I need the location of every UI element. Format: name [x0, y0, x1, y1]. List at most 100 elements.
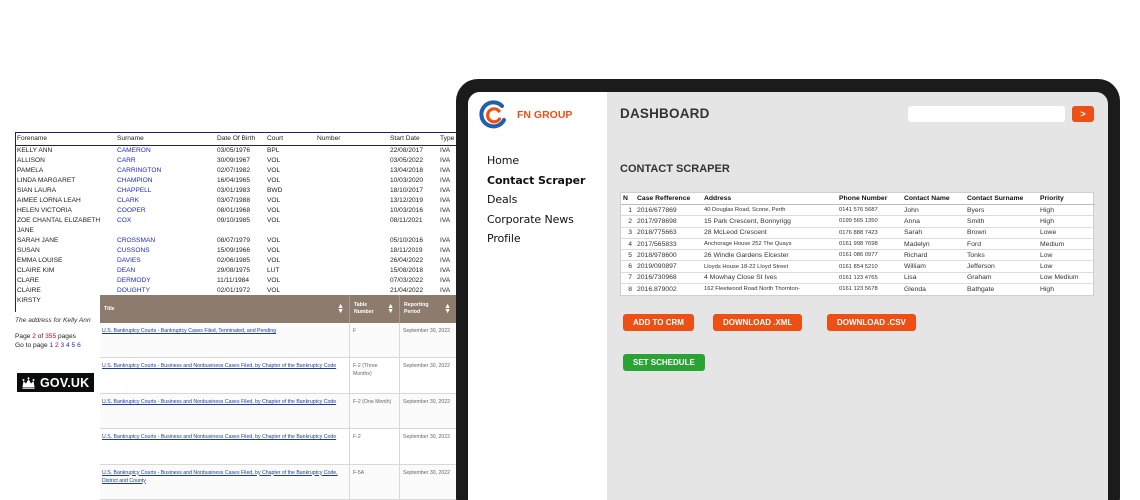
register-cell: COOPER [115, 206, 215, 216]
contacts-cell: 0161 998 7698 [837, 238, 902, 251]
bk-title-link[interactable]: U.S. Bankruptcy Courts - Bankruptcy Case… [100, 323, 349, 357]
register-header-cell: Surname [115, 132, 215, 146]
table-row[interactable]: 4 2017/565833 Anchorage House 252 The Quay… [621, 238, 1095, 251]
register-cell: 08/01/1968 [217, 207, 251, 214]
section-title: CONTACT SCRAPER [620, 163, 730, 175]
table-row[interactable]: 7 2016/730968 4 Mowhay Close St Ives 0161 1… [621, 272, 1095, 285]
add-to-crm-button[interactable]: ADD TO CRM [623, 314, 694, 331]
govuk-wordmark: GOV.UK [40, 375, 90, 390]
register-cell: 02/07/1982 [217, 167, 251, 174]
sidebar-item-profile[interactable]: Profile [487, 229, 585, 249]
register-cell: 11/11/1984 [217, 277, 250, 284]
surname-link[interactable]: CROSSMAN [117, 237, 155, 244]
register-cell: CLARE [17, 277, 39, 284]
contacts-cell: William [902, 260, 965, 273]
bk-title-link[interactable]: U.S. Bankruptcy Courts - Business and No… [100, 429, 349, 463]
page-link[interactable]: 2 [55, 342, 59, 349]
sidebar-item-deals[interactable]: Deals [487, 190, 585, 210]
bk-table-number: F-5A [349, 464, 399, 499]
surname-link[interactable]: COOPER [117, 207, 146, 214]
surname-link[interactable]: DOUGHTY [117, 287, 150, 294]
surname-link[interactable]: CHAPPELL [117, 187, 151, 194]
register-cell: KELLY ANN [17, 147, 53, 154]
surname-link[interactable]: COX [117, 217, 131, 224]
register-cell: HELEN VICTORIA [17, 207, 72, 214]
table-row[interactable]: 6 2019/090897 Lloyds House 18-22 Lloyd Str… [621, 260, 1095, 273]
contacts-cell: 7 [621, 272, 635, 285]
table-row: ZOE CHANTAL ELIZABETH JANE COX 09/10/1985 V… [15, 216, 456, 236]
bk-col-reporting-period[interactable]: Reporting Period ▲ ▼ [399, 295, 456, 323]
contacts-cell: High [1040, 285, 1054, 293]
surname-link[interactable]: CARR [117, 157, 136, 164]
table-row: SUSAN CUSSONS 15/09/1966 VOL 18/11/2019 IVA [15, 246, 456, 256]
table-row[interactable]: 5 2018/978600 26 Windle Gardens Elcester 01… [621, 249, 1095, 262]
sidebar-item-home[interactable]: Home [487, 151, 585, 171]
table-row[interactable]: 8 2016.879002 162 Fleetwood Road North Tho… [621, 284, 1095, 295]
table-row: EMMA LOUISE DAVIES 02/06/1985 VOL 26/04/2022… [15, 256, 456, 266]
register-header-row: Forename Surname Date Of Birth Court Number S… [15, 132, 456, 146]
surname-link[interactable]: DAVIES [117, 257, 141, 264]
register-header-cell: Start Date [388, 132, 438, 146]
register-cell: IVA [440, 277, 451, 284]
contacts-cell: Lowe [1038, 227, 1095, 239]
surname-link[interactable]: DEAN [117, 267, 135, 274]
contacts-cell: 0161 123 4765 [837, 272, 902, 285]
register-cell: CUSSONS [115, 246, 215, 256]
bk-col-table-number[interactable]: Table Number ▲ ▼ [349, 295, 399, 323]
page-link[interactable]: 4 [66, 342, 70, 349]
contacts-cell: Medium [1038, 238, 1095, 251]
register-cell: 03/05/1976 [217, 147, 251, 154]
bk-col-table-number-label: Table Number [354, 302, 374, 315]
table-row[interactable]: 2 2017/978698 15 Park Crescent, Bonnyrigg 0… [621, 215, 1095, 228]
set-schedule-button[interactable]: SET SCHEDULE [623, 354, 705, 371]
register-cell: IVA [440, 267, 451, 274]
surname-link[interactable]: CHAMPION [117, 177, 153, 184]
sidebar-item-corporate-news[interactable]: Corporate News [487, 210, 585, 230]
contacts-cell: 162 Fleetwood Road North Thornton- [704, 286, 800, 293]
surname-link[interactable]: CUSSONS [117, 247, 150, 254]
register-cell: 15/08/2018 [390, 267, 424, 274]
register-header-cell: Type [438, 132, 456, 146]
register-cell: ZOE CHANTAL ELIZABETH JANE [17, 217, 101, 234]
register-cell: IVA [440, 157, 451, 164]
register-cell: 10/03/2020 [390, 177, 424, 184]
page-link[interactable]: 3 [61, 342, 65, 349]
register-cell: DERMODY [115, 276, 215, 286]
sidebar-item-contact-scraper[interactable]: Contact Scraper [487, 171, 585, 191]
page-link[interactable]: 1 [49, 342, 53, 349]
page-link[interactable]: 5 [72, 342, 76, 349]
bk-col-title[interactable]: Title ▲ ▼ [100, 295, 349, 323]
table-row[interactable]: 3 2018/775663 28 McLeod Crescent 0176 888 7… [621, 227, 1095, 239]
surname-link[interactable]: CARRINGTON [117, 167, 161, 174]
register-note: The address for Kelly Ann [15, 317, 91, 324]
fn-group-logo-icon [479, 100, 506, 129]
bk-title-link[interactable]: U.S. Bankruptcy Courts - Business and No… [100, 465, 349, 499]
register-cell: 13/04/2018 [390, 167, 424, 174]
contacts-cell: Anchorage House 252 The Quays [702, 238, 837, 251]
bk-title-link[interactable]: U.S. Bankruptcy Courts - Business and No… [100, 394, 349, 428]
marketing-hero: Forename Surname Date Of Birth Court Number S… [0, 0, 1140, 500]
register-cell: 03/05/2022 [390, 157, 424, 164]
insolvency-register-table: Forename Surname Date Of Birth Court Number S… [15, 132, 456, 312]
contacts-cell: Lisa [902, 272, 965, 285]
search-input[interactable] [908, 106, 1065, 122]
register-pagination: Page 2 of 355 pages Go to page 1 2 3 4 5… [15, 333, 81, 350]
contacts-cell: 2017/565833 [635, 238, 702, 251]
download-csv-button[interactable]: DOWNLOAD .CSV [827, 314, 916, 331]
surname-link[interactable]: DERMODY [117, 277, 151, 284]
page-link[interactable]: 6 [77, 342, 81, 349]
register-cell [315, 206, 388, 216]
register-cell: SARAH JANE [17, 237, 59, 244]
contacts-cell: 2016/730968 [635, 272, 702, 285]
table-row[interactable]: 1 2016/677869 40 Douglas Road, Scone, Pert… [621, 204, 1095, 217]
bk-title-link[interactable]: U.S. Bankruptcy Courts - Business and No… [100, 358, 349, 392]
search-go-button[interactable]: > [1072, 106, 1094, 122]
download-xml-button[interactable]: DOWNLOAD .XML [713, 314, 803, 331]
contacts-cell: 3 [621, 227, 635, 239]
surname-link[interactable]: CLARK [117, 197, 139, 204]
register-cell: 03/07/1988 [217, 197, 251, 204]
surname-link[interactable]: CAMERON [117, 147, 151, 154]
register-cell: LINDA MARGARET [17, 177, 76, 184]
register-cell [315, 276, 388, 286]
register-cell: BWD [267, 187, 283, 194]
